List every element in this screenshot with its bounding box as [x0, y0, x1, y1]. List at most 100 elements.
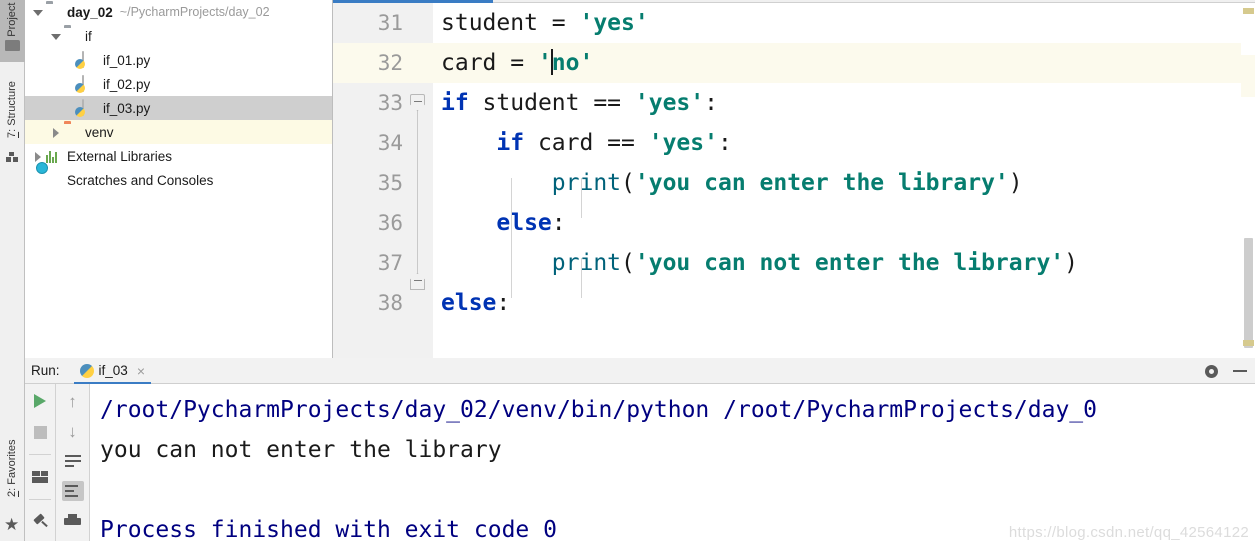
folder-orange-icon — [64, 124, 80, 140]
code-line[interactable]: card = 'no' — [433, 43, 1255, 83]
run-tab-if03[interactable]: if_03 × — [73, 358, 152, 384]
up-button[interactable]: ↑ — [62, 391, 84, 411]
tree-item-if-01-py[interactable]: if_01.py — [25, 48, 332, 72]
code-token: : — [704, 90, 718, 116]
fold-marker-open[interactable] — [410, 94, 425, 111]
rail-tab-project[interactable]: 1: Project — [0, 0, 25, 62]
scrollbar-change-marker — [1243, 8, 1254, 14]
soft-wrap-icon — [64, 454, 81, 468]
code-lines[interactable]: student = 'yes' card = 'no' if student == … — [433, 3, 1255, 358]
rail-tab-favorites[interactable]: 2: Favorites — [0, 418, 25, 518]
code-line[interactable]: print('you can enter the library') — [433, 163, 1255, 203]
code-line[interactable]: else: — [433, 203, 1255, 243]
chevron-down-icon[interactable] — [31, 6, 44, 19]
rail-tab-structure-label: : Structure — [6, 81, 18, 132]
star-icon: ★ — [4, 515, 20, 534]
code-token: if — [496, 130, 525, 156]
code-token: if — [441, 90, 469, 116]
code-token: ( — [621, 170, 635, 196]
code-token: 'yes' — [634, 90, 705, 116]
tree-item-venv[interactable]: venv — [25, 120, 332, 144]
tree-item-external-libraries[interactable]: External Libraries — [25, 144, 332, 168]
pycharm-window: 1: Project 7: Structure 2: Favorites ★ d… — [0, 0, 1255, 541]
code-line[interactable]: else: — [433, 283, 1255, 323]
console-line[interactable]: /root/PycharmProjects/day_02/venv/bin/py… — [100, 390, 1255, 430]
soft-wrap-button[interactable] — [62, 451, 84, 471]
code-token: 'yes' — [579, 10, 649, 36]
rail-tab-favorites-label: : Favorites — [6, 439, 18, 491]
minimize-icon[interactable] — [1233, 370, 1247, 372]
stop-button[interactable] — [29, 422, 51, 442]
indent-guide — [511, 178, 512, 298]
code-token: : — [717, 130, 732, 156]
rail-tab-structure-num: 7 — [6, 131, 18, 138]
left-tool-rail: 1: Project 7: Structure 2: Favorites ★ — [0, 0, 25, 541]
scroll-to-end-button[interactable] — [61, 481, 84, 501]
project-tool-window: day_02 ~/PycharmProjects/day_02if if_01.py… — [25, 0, 333, 358]
run-panel-body: ↑ ↓ » /root/PycharmProjects/day_02/venv/… — [0, 384, 1255, 541]
code-token: 'yes' — [648, 130, 718, 156]
run-panel-header: Run: if_03 × — [0, 358, 1255, 384]
run-header-actions — [1204, 358, 1247, 384]
toolbar-divider — [29, 454, 51, 455]
tree-item-if-02-py[interactable]: if_02.py — [25, 72, 332, 96]
tree-item-label: if_01.py — [103, 52, 151, 68]
code-token: print — [551, 170, 622, 196]
code-token: card = — [441, 50, 538, 76]
run-toolbar-left — [25, 384, 56, 541]
libraries-icon — [46, 148, 62, 164]
code-editor: 31 32 33 34 35 36 37 38 student = 'yes' card = '… — [333, 0, 1255, 358]
tree-item-day-02[interactable]: day_02 ~/PycharmProjects/day_02 — [25, 0, 332, 24]
chevron-right-icon[interactable] — [31, 150, 44, 163]
rail-tab-structure[interactable]: 7: Structure — [0, 62, 25, 157]
code-line[interactable]: student = 'yes' — [433, 3, 1255, 43]
scrollbar-thumb[interactable] — [1244, 238, 1253, 348]
code-token: ( — [621, 250, 635, 276]
down-button[interactable]: ↓ — [62, 421, 84, 441]
editor-vertical-scrollbar[interactable] — [1241, 3, 1255, 358]
code-token: student == — [468, 90, 635, 116]
rerun-button[interactable] — [29, 391, 51, 411]
code-token: ) — [1064, 250, 1079, 276]
code-token: no' — [551, 50, 594, 76]
chevron-down-icon[interactable] — [49, 30, 62, 43]
code-line[interactable]: if student == 'yes': — [433, 83, 1255, 123]
arrow-down-icon: ↓ — [68, 421, 77, 441]
console-line[interactable]: Process finished with exit code 0 — [100, 510, 1255, 541]
code-line[interactable]: if card == 'yes': — [433, 123, 1255, 163]
editor-region: day_02 ~/PycharmProjects/day_02if if_01.py… — [0, 0, 1255, 358]
rail-tab-favorites-num: 2 — [6, 490, 18, 497]
fold-connector-line — [417, 101, 418, 289]
python-file-icon — [82, 51, 98, 68]
python-file-icon — [82, 99, 98, 116]
tree-item-label: if_03.py — [103, 100, 151, 116]
play-icon — [34, 394, 46, 408]
console-output[interactable]: /root/PycharmProjects/day_02/venv/bin/py… — [90, 384, 1255, 541]
print-button[interactable] — [62, 511, 84, 531]
tree-item-path: ~/PycharmProjects/day_02 — [119, 5, 270, 19]
layout-button[interactable] — [29, 467, 51, 487]
gear-icon[interactable] — [1204, 364, 1219, 379]
run-toolbar-right: ↑ ↓ » — [56, 384, 90, 541]
code-token: : — [496, 290, 511, 316]
chevron-right-icon[interactable] — [49, 126, 62, 139]
print-icon — [64, 513, 81, 529]
fold-marker-close[interactable] — [410, 273, 425, 290]
code-token: : — [551, 210, 566, 236]
code-token: ) — [1008, 170, 1023, 196]
close-icon[interactable]: × — [137, 363, 145, 379]
tree-item-label: if — [85, 28, 92, 44]
tree-item-if[interactable]: if — [25, 24, 332, 48]
code-token: print — [551, 250, 622, 276]
tree-item-scratches-and-consoles[interactable]: Scratches and Consoles — [25, 168, 332, 192]
tree-item-if-03-py[interactable]: if_03.py — [25, 96, 332, 120]
code-line[interactable]: print('you can not enter the library') — [433, 243, 1255, 283]
python-file-icon — [82, 75, 98, 92]
tree-item-label: venv — [85, 124, 114, 140]
pin-tab-button[interactable] — [29, 512, 51, 532]
